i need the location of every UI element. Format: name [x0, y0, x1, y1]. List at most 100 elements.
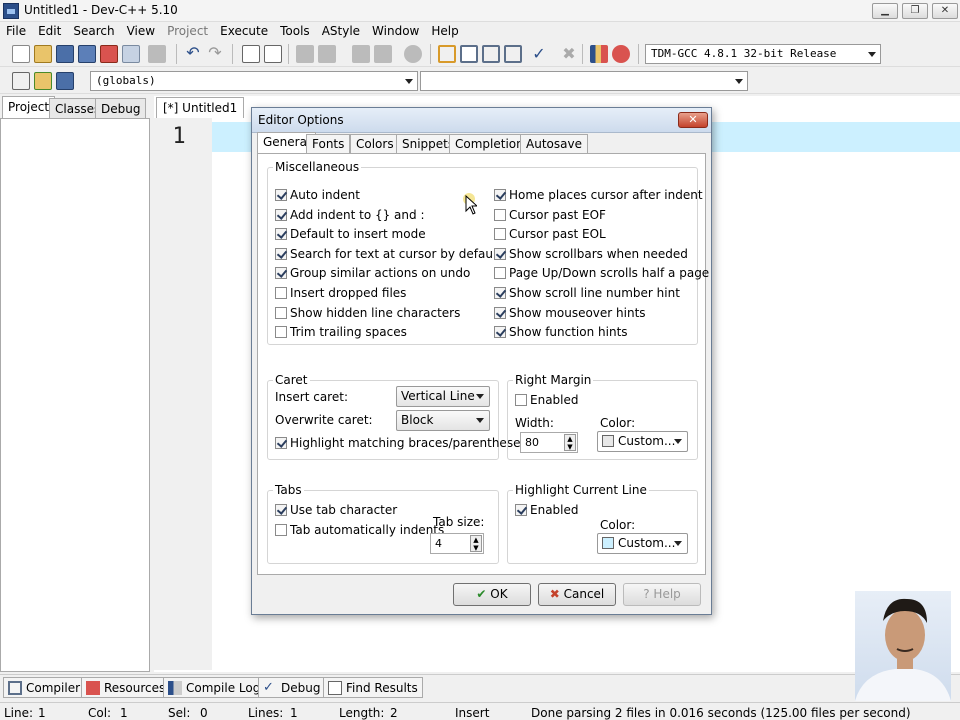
cursor-past-eol-box[interactable]	[494, 228, 506, 241]
toggle-bookmark-icon[interactable]	[404, 45, 422, 63]
close-window-button[interactable]: ✕	[932, 3, 958, 19]
tab-fonts[interactable]: Fonts	[306, 134, 351, 154]
find-icon[interactable]	[242, 45, 260, 63]
dialog-close-button[interactable]: ✕	[678, 112, 708, 128]
close-file-icon[interactable]	[100, 45, 118, 63]
insert-icon[interactable]	[12, 72, 30, 90]
ok-button[interactable]: ✔ OK	[453, 583, 531, 606]
search-for-text-at-cursor-by-default-checkbox[interactable]: Search for text at cursor by default	[275, 247, 501, 261]
menu-search[interactable]: Search	[67, 24, 120, 38]
menu-project[interactable]: Project	[161, 24, 214, 38]
tab-completion[interactable]: Completion	[449, 134, 530, 154]
overwrite-caret-select[interactable]: Block	[396, 410, 490, 431]
undo-icon[interactable]: ↶	[184, 45, 202, 63]
tab-debug-bottom[interactable]: ✓ Debug	[258, 677, 326, 698]
menu-tools[interactable]: Tools	[274, 24, 316, 38]
profile-icon[interactable]	[590, 45, 608, 63]
tab-compile-log[interactable]: Compile Log	[163, 677, 266, 698]
home-places-cursor-after-indent-checkbox[interactable]: Home places cursor after indent	[494, 188, 703, 202]
tab-auto-indent-checkbox[interactable]: Tab automatically indents	[275, 523, 444, 537]
menu-view[interactable]: View	[121, 24, 161, 38]
tab-resources[interactable]: Resources	[81, 677, 171, 698]
tab-autosave[interactable]: Autosave	[520, 134, 588, 154]
tab-debug[interactable]: Debug	[95, 98, 147, 119]
menu-astyle[interactable]: AStyle	[316, 24, 366, 38]
menu-file[interactable]: File	[0, 24, 32, 38]
menu-window[interactable]: Window	[366, 24, 425, 38]
indent-icon[interactable]	[296, 45, 314, 63]
show-function-hints-box[interactable]	[494, 326, 506, 339]
menu-execute[interactable]: Execute	[214, 24, 274, 38]
highlight-line-color-select[interactable]: Custom...	[597, 533, 688, 554]
syntax-check-icon[interactable]: ✓	[530, 45, 548, 63]
close-all-icon[interactable]	[122, 45, 140, 63]
goto-next-icon[interactable]	[374, 45, 392, 63]
highlight-braces-checkbox[interactable]: Highlight matching braces/parentheses	[275, 436, 527, 450]
help-button[interactable]: ? Help	[623, 583, 701, 606]
highlight-line-enabled-checkbox[interactable]: Enabled	[515, 503, 579, 517]
show-scrollbars-when-needed-box[interactable]	[494, 247, 506, 260]
goto-prev-icon[interactable]	[352, 45, 370, 63]
print-icon[interactable]	[148, 45, 166, 63]
show-mouseover-hints-checkbox[interactable]: Show mouseover hints	[494, 306, 646, 320]
show-hidden-line-characters-checkbox[interactable]: Show hidden line characters	[275, 306, 460, 320]
save-icon[interactable]	[56, 45, 74, 63]
insert-dropped-files-checkbox[interactable]: Insert dropped files	[275, 286, 406, 300]
redo-icon[interactable]: ↷	[206, 45, 224, 63]
new-file-icon[interactable]	[12, 45, 30, 63]
tab-compiler[interactable]: Compiler	[3, 677, 86, 698]
home-places-cursor-after-indent-box[interactable]	[494, 189, 506, 201]
compile-run-icon[interactable]	[482, 45, 500, 63]
goto-declaration-icon[interactable]	[34, 72, 52, 90]
show-mouseover-hints-box[interactable]	[494, 306, 506, 319]
right-margin-enabled-checkbox[interactable]: Enabled	[515, 393, 579, 407]
insert-dropped-files-box[interactable]	[275, 287, 287, 299]
show-scrollbars-when-needed-checkbox[interactable]: Show scrollbars when needed	[494, 247, 688, 261]
use-tab-box[interactable]	[275, 504, 287, 516]
trim-trailing-spaces-box[interactable]	[275, 326, 287, 339]
open-file-icon[interactable]	[34, 45, 52, 63]
show-hidden-line-characters-box[interactable]	[275, 306, 287, 319]
menu-help[interactable]: Help	[425, 24, 464, 38]
save-all-icon[interactable]	[78, 45, 96, 63]
use-tab-checkbox[interactable]: Use tab character	[275, 503, 397, 517]
function-select[interactable]	[420, 71, 748, 91]
right-margin-enabled-box[interactable]	[515, 394, 527, 406]
menu-edit[interactable]: Edit	[32, 24, 67, 38]
restore-button[interactable]: ❐	[902, 3, 928, 19]
add-indent-to-and-checkbox[interactable]: Add indent to {} and :	[275, 208, 425, 222]
tab-auto-indent-box[interactable]	[275, 524, 287, 536]
default-to-insert-mode-box[interactable]	[275, 228, 287, 241]
search-for-text-at-cursor-by-default-box[interactable]	[275, 247, 287, 260]
group-similar-actions-on-undo-box[interactable]	[275, 267, 287, 280]
cursor-past-eof-box[interactable]	[494, 208, 506, 221]
tab-colors[interactable]: Colors	[350, 134, 400, 154]
highlight-line-enabled-box[interactable]	[515, 504, 527, 516]
unindent-icon[interactable]	[318, 45, 336, 63]
page-up-down-scrolls-half-a-page-checkbox[interactable]: Page Up/Down scrolls half a page	[494, 266, 709, 280]
page-up-down-scrolls-half-a-page-box[interactable]	[494, 267, 506, 280]
goto-definition-icon[interactable]	[56, 72, 74, 90]
right-margin-color-select[interactable]: Custom...	[597, 431, 688, 452]
minimize-button[interactable]: ▁	[872, 3, 898, 19]
show-function-hints-checkbox[interactable]: Show function hints	[494, 325, 628, 339]
compiler-select[interactable]: TDM-GCC 4.8.1 32-bit Release	[645, 44, 881, 64]
delete-profile-icon[interactable]	[612, 45, 630, 63]
cursor-past-eof-checkbox[interactable]: Cursor past EOF	[494, 208, 606, 222]
replace-icon[interactable]	[264, 45, 282, 63]
project-tree[interactable]	[0, 118, 150, 672]
show-scroll-line-number-hint-checkbox[interactable]: Show scroll line number hint	[494, 286, 680, 300]
rebuild-all-icon[interactable]	[504, 45, 522, 63]
show-scroll-line-number-hint-box[interactable]	[494, 287, 506, 299]
add-indent-to-and-box[interactable]	[275, 208, 287, 221]
highlight-braces-box[interactable]	[275, 437, 287, 449]
group-similar-actions-on-undo-checkbox[interactable]: Group similar actions on undo	[275, 266, 470, 280]
compile-icon[interactable]	[438, 45, 456, 63]
trim-trailing-spaces-checkbox[interactable]: Trim trailing spaces	[275, 325, 407, 339]
right-margin-width-spinner[interactable]: 80 ▲ ▼	[520, 432, 578, 453]
tab-size-spinner[interactable]: 4 ▲ ▼	[430, 533, 484, 554]
cursor-past-eol-checkbox[interactable]: Cursor past EOL	[494, 227, 606, 241]
default-to-insert-mode-checkbox[interactable]: Default to insert mode	[275, 227, 426, 241]
cancel-button[interactable]: ✖ Cancel	[538, 583, 616, 606]
editor-tab-untitled1[interactable]: [*] Untitled1	[156, 97, 245, 118]
